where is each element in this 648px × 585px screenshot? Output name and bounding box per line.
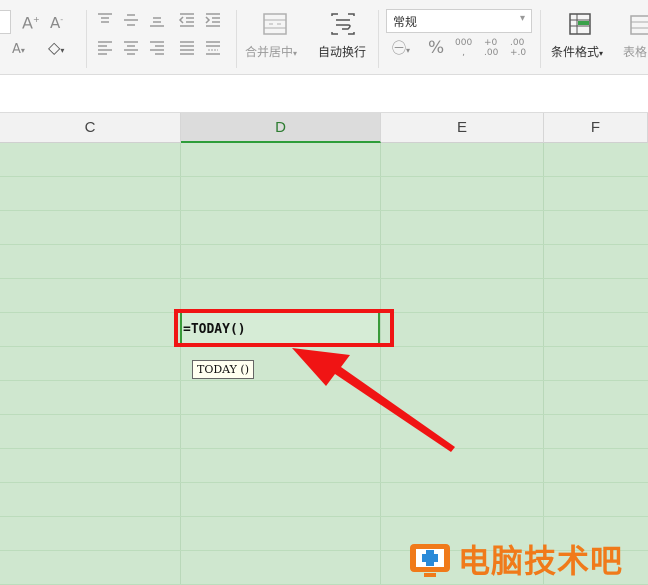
watermark: 电脑技术吧 (408, 534, 644, 582)
watermark-text: 电脑技术吧 (458, 542, 624, 580)
arrow-icon (292, 348, 455, 452)
computer-logo-icon (410, 544, 450, 577)
